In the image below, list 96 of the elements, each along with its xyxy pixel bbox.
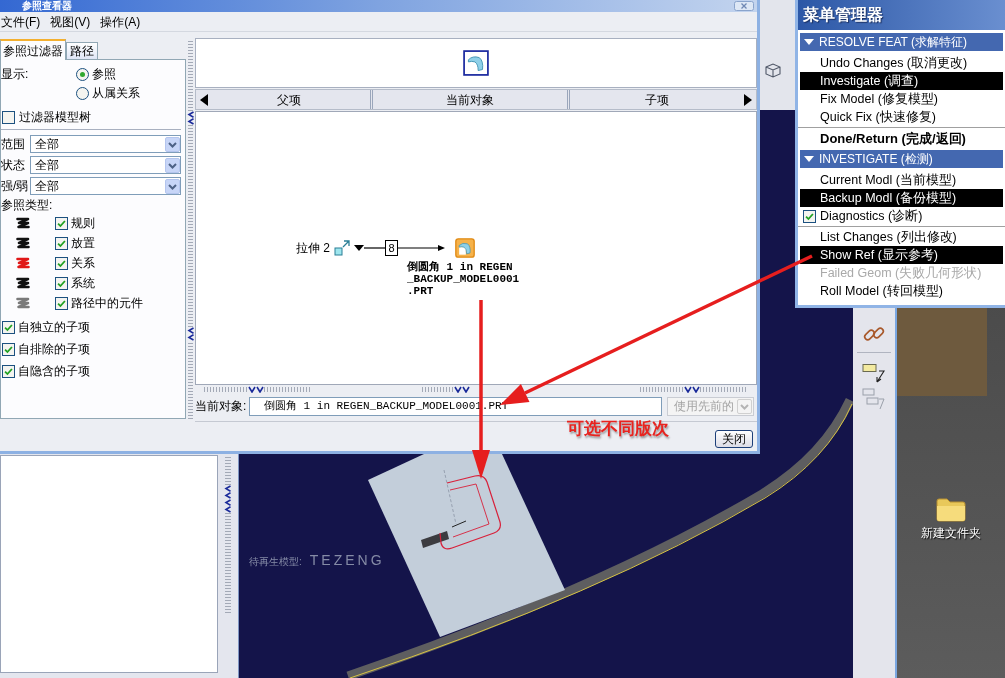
window-title: 参照查看器: [22, 1, 72, 11]
splitter-grip[interactable]: [264, 387, 312, 392]
column-header: 子项: [644, 93, 670, 106]
checkbox[interactable]: [2, 320, 15, 334]
checkbox[interactable]: [2, 342, 15, 356]
folder-icon[interactable]: [936, 496, 966, 522]
folder-label: 新建文件夹: [921, 527, 981, 539]
double-chevron-down-icon[interactable]: [248, 386, 264, 393]
model-name: TEZENG: [309, 553, 385, 567]
triangle-down-icon: [804, 154, 814, 164]
menu-item[interactable]: Undo Changes (取消更改): [800, 54, 1003, 72]
tab[interactable]: 参照过滤器: [0, 39, 66, 60]
menu-item[interactable]: Fix Model (修复模型): [800, 90, 1003, 108]
checkbox-label: 自隐含的子项: [18, 364, 90, 378]
splitter-grip[interactable]: [188, 125, 193, 327]
splitter-grip[interactable]: [640, 387, 684, 392]
dropdown[interactable]: 全部: [30, 135, 181, 153]
cube-icon[interactable]: [764, 62, 782, 78]
checkbox[interactable]: [55, 296, 68, 310]
double-chevron-left-icon[interactable]: [224, 485, 232, 499]
chevron-down-icon: [165, 178, 180, 194]
menu-item[interactable]: Diagnostics (诊断): [800, 207, 1003, 225]
splitter-grip[interactable]: [204, 387, 248, 392]
menu-item[interactable]: List Changes (列出修改): [800, 228, 1003, 246]
splitter-grip[interactable]: [700, 387, 748, 392]
checkbox-label: 系统: [71, 276, 95, 290]
triangle-down-icon[interactable]: [354, 245, 364, 251]
node-label[interactable]: 倒圆角 1 in REGEN _BACKUP_MODEL0001 .PRT: [407, 261, 520, 297]
double-chevron-down-icon[interactable]: [454, 386, 470, 393]
checkbox-label: 自排除的子项: [18, 342, 90, 356]
checkbox[interactable]: [55, 216, 68, 230]
close-button[interactable]: 关闭: [715, 430, 753, 448]
checkbox[interactable]: [55, 276, 68, 290]
chevron-down-icon: [737, 398, 752, 414]
double-chevron-left-icon[interactable]: [186, 327, 195, 341]
checkbox[interactable]: [2, 364, 15, 378]
close-icon[interactable]: [734, 1, 754, 11]
radio-button[interactable]: [76, 86, 89, 100]
dropdown-label: 范围: [1, 138, 26, 150]
dropdown[interactable]: 全部: [30, 156, 181, 174]
checkbox-label: 过滤器模型树: [19, 110, 91, 124]
curved-surface-icon: [463, 50, 489, 76]
checkbox[interactable]: [55, 256, 68, 270]
splitter-grip[interactable]: [422, 387, 454, 392]
triangle-left-icon[interactable]: [200, 93, 208, 106]
node-label[interactable]: 拉伸 2: [296, 242, 330, 254]
checkbox[interactable]: [803, 209, 816, 223]
splitter-grip[interactable]: [188, 341, 193, 419]
viewport-label: 待再生模型:: [249, 557, 302, 567]
radio-button[interactable]: [76, 67, 89, 81]
section-header[interactable]: RESOLVE FEAT (求解特征): [800, 33, 1003, 51]
checkbox-label: 路径中的元件: [71, 296, 143, 310]
menu-item[interactable]: Show Ref (显示参考): [800, 246, 1003, 264]
menu-item[interactable]: Done/Return (完成/返回): [800, 129, 1003, 147]
checkbox[interactable]: [55, 236, 68, 250]
field-label: 当前对象:: [195, 400, 248, 412]
checkbox-label: 自独立的子项: [18, 320, 90, 334]
section-label: 参照类型:: [1, 198, 54, 212]
menu-item[interactable]: Investigate (调查): [800, 72, 1003, 90]
double-chevron-left-icon[interactable]: [224, 499, 232, 513]
field-label: 显示:: [1, 67, 30, 83]
column-header: 当前对象: [445, 93, 495, 106]
menu-item[interactable]: Quick Fix (快速修复): [800, 108, 1003, 126]
menu-item[interactable]: Current Modl (当前模型): [800, 171, 1003, 189]
checkbox-label: 关系: [71, 256, 95, 270]
triangle-right-icon[interactable]: [744, 93, 752, 106]
curved-surface-icon[interactable]: [455, 238, 475, 258]
column-header: 父项: [276, 93, 302, 106]
connector-line: [364, 247, 385, 249]
menu-item[interactable]: Roll Model (转回模型): [800, 282, 1003, 300]
chevron-down-icon: [165, 136, 180, 152]
menu-item[interactable]: 操作(A): [100, 15, 141, 28]
dropdown-label: 状态: [1, 159, 26, 171]
dropdown-label: 强/弱: [1, 180, 30, 192]
box-arrow-icon: [334, 240, 350, 256]
section-header[interactable]: INVESTIGATE (检测): [800, 150, 1003, 168]
triangle-down-icon: [804, 37, 814, 47]
annotation-note: 可选不同版次: [567, 420, 669, 437]
chevron-down-icon: [165, 157, 180, 173]
menu-item[interactable]: Backup Modl (备份模型): [800, 189, 1003, 207]
rectangle-arrow-icon[interactable]: [862, 363, 886, 383]
double-chevron-left-icon[interactable]: [186, 111, 195, 125]
radio-label: 参照: [92, 67, 116, 81]
connector-arrow: [398, 244, 445, 252]
tab[interactable]: 路径: [66, 42, 98, 59]
window-title: 菜单管理器: [803, 7, 883, 23]
checkbox-label: 规则: [71, 216, 95, 230]
link-count: 8: [385, 240, 398, 256]
dropdown[interactable]: 全部: [30, 177, 181, 195]
double-chevron-down-icon[interactable]: [684, 386, 700, 393]
radio-label: 从属关系: [92, 86, 140, 100]
checkbox[interactable]: [2, 110, 15, 124]
menu-item[interactable]: 视图(V): [50, 15, 91, 28]
splitter-grip[interactable]: [188, 39, 193, 111]
checkbox-label: 放置: [71, 236, 95, 250]
menu-item[interactable]: 文件(F): [1, 15, 41, 28]
